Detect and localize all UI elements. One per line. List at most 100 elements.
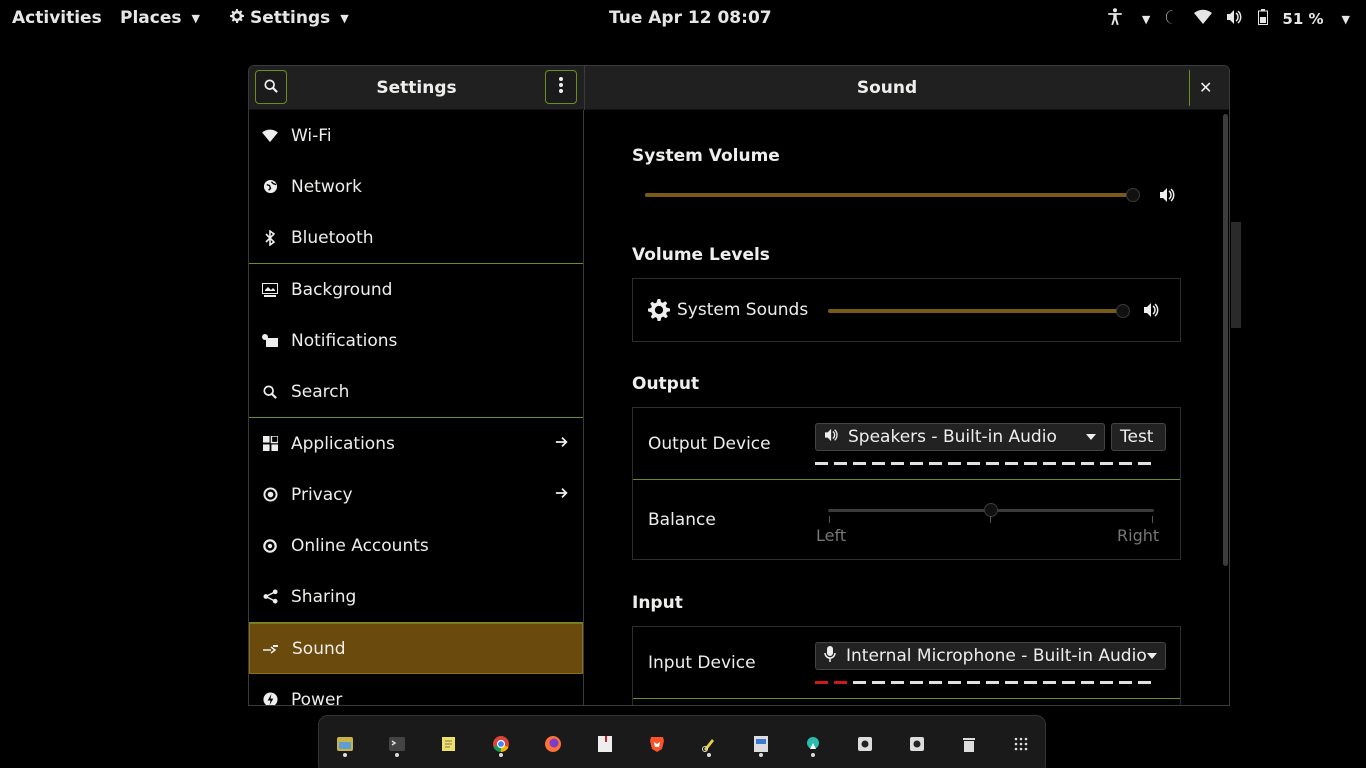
system-sounds-knob[interactable] xyxy=(1116,304,1130,318)
system-volume-slider[interactable] xyxy=(645,188,1140,202)
test-button-label: Test xyxy=(1120,427,1154,447)
sidebar-item-label: Background xyxy=(291,279,393,300)
sidebar-item-network[interactable]: Network xyxy=(249,161,583,212)
places-menu[interactable]: Places ▼ xyxy=(120,8,200,28)
gear-icon xyxy=(648,299,670,325)
sidebar-item-online-accounts[interactable]: Online Accounts xyxy=(249,520,583,571)
output-device-label: Output Device xyxy=(648,434,771,454)
sidebar: Wi-Fi Network Bluetooth Background Notif… xyxy=(249,110,584,706)
system-sounds-label: System Sounds xyxy=(677,300,809,320)
app-menu[interactable]: Settings ▼ xyxy=(230,8,349,28)
sidebar-item-sound[interactable]: Sound xyxy=(249,623,583,674)
sidebar-item-bluetooth[interactable]: Bluetooth xyxy=(249,212,583,263)
document-viewer-icon[interactable] xyxy=(595,734,615,754)
places-label: Places xyxy=(120,8,182,28)
speaker-icon xyxy=(824,427,840,447)
sidebar-item-label: Privacy xyxy=(291,484,353,505)
notifications-icon xyxy=(262,333,278,349)
header-bar: Settings Sound ✕ xyxy=(249,66,1229,110)
close-icon: ✕ xyxy=(1199,78,1213,97)
arrow-right-icon xyxy=(555,485,569,505)
row-separator xyxy=(633,479,1180,480)
chevron-down-icon[interactable]: ▼ xyxy=(1142,13,1150,26)
output-device-dropdown[interactable]: Speakers - Built-in Audio xyxy=(815,423,1105,451)
volume-levels-frame: System Sounds xyxy=(632,278,1181,342)
input-title: Input xyxy=(632,593,683,613)
chevron-down-icon[interactable]: ▼ xyxy=(1342,13,1350,26)
brave-icon[interactable] xyxy=(647,734,667,754)
sharing-icon xyxy=(262,589,278,605)
accessibility-icon[interactable] xyxy=(1106,8,1124,30)
sidebar-item-applications[interactable]: Applications xyxy=(249,418,583,469)
output-device-value: Speakers - Built-in Audio xyxy=(848,427,1057,447)
system-tray[interactable]: ▼ 51 % ▼ xyxy=(1106,8,1350,30)
balance-slider[interactable] xyxy=(828,503,1154,517)
system-volume-knob[interactable] xyxy=(1126,188,1140,202)
output-frame: Output Device Speakers - Built-in Audio … xyxy=(632,407,1181,560)
network-icon xyxy=(262,179,278,195)
input-device-dropdown[interactable]: Internal Microphone - Built-in Audio xyxy=(815,642,1166,670)
sidebar-item-label: Bluetooth xyxy=(291,227,374,248)
settings-window: Settings Sound ✕ Wi-Fi Network Bluetooth xyxy=(248,65,1230,706)
running-indicator xyxy=(499,753,503,757)
screen-recorder-icon[interactable] xyxy=(855,734,875,754)
output-level-bar xyxy=(815,462,1151,465)
balance-right-label: Right xyxy=(1117,526,1160,545)
volume-levels-title: Volume Levels xyxy=(632,245,770,265)
wifi-status-icon xyxy=(1194,9,1213,29)
settings-title: Settings xyxy=(376,78,457,98)
sidebar-item-search[interactable]: Search xyxy=(249,366,583,417)
test-button[interactable]: Test xyxy=(1111,423,1166,451)
running-indicator xyxy=(343,753,347,757)
arrow-right-icon xyxy=(555,434,569,454)
power-icon xyxy=(262,692,278,705)
background-scrollbar xyxy=(1231,222,1241,328)
paint-icon[interactable] xyxy=(699,734,719,754)
input-level-bar xyxy=(815,681,1151,684)
volume-status-icon xyxy=(1226,9,1244,29)
sidebar-item-label: Power xyxy=(291,689,343,706)
balance-knob[interactable] xyxy=(984,503,998,517)
chrome-icon[interactable] xyxy=(491,734,511,754)
input-device-label: Input Device xyxy=(648,653,756,673)
chevron-down-icon: ▼ xyxy=(191,11,200,25)
files-icon[interactable] xyxy=(335,734,355,754)
close-button[interactable]: ✕ xyxy=(1199,78,1212,97)
sidebar-item-privacy[interactable]: Privacy xyxy=(249,469,583,520)
sidebar-item-background[interactable]: Background xyxy=(249,264,583,315)
chevron-down-icon xyxy=(1147,653,1157,659)
online-accounts-icon xyxy=(262,538,278,554)
activities-label: Activities xyxy=(12,8,102,28)
privacy-icon xyxy=(262,487,278,503)
sidebar-item-wifi[interactable]: Wi-Fi xyxy=(249,110,583,161)
running-indicator xyxy=(811,753,815,757)
app-menu-label: Settings xyxy=(250,8,331,28)
sidebar-item-power[interactable]: Power xyxy=(249,674,583,706)
camera-icon[interactable] xyxy=(907,734,927,754)
show-apps-icon[interactable] xyxy=(1011,734,1031,754)
sidebar-item-label: Online Accounts xyxy=(291,535,429,556)
sidebar-item-notifications[interactable]: Notifications xyxy=(249,315,583,366)
trash-icon[interactable] xyxy=(959,734,979,754)
volume-high-icon[interactable] xyxy=(1159,187,1177,207)
activities-button[interactable]: Activities xyxy=(12,8,102,28)
terminal-icon[interactable] xyxy=(387,734,407,754)
clock[interactable]: Tue Apr 12 08:07 xyxy=(609,8,772,28)
settings-app-icon[interactable] xyxy=(803,734,823,754)
screenshot-icon[interactable] xyxy=(751,734,771,754)
menu-button[interactable] xyxy=(545,70,577,104)
text-editor-icon[interactable] xyxy=(439,734,459,754)
sidebar-item-sharing[interactable]: Sharing xyxy=(249,571,583,622)
system-sounds-slider[interactable] xyxy=(828,304,1130,318)
balance-tick-center xyxy=(990,516,991,523)
running-indicator xyxy=(759,753,763,757)
volume-high-icon[interactable] xyxy=(1143,302,1161,322)
system-volume-title: System Volume xyxy=(632,146,780,166)
firefox-icon[interactable] xyxy=(543,734,563,754)
sound-panel: System Volume Volume Levels System Sound… xyxy=(585,110,1229,705)
system-volume-fill xyxy=(645,193,1133,197)
search-icon xyxy=(262,384,278,400)
output-title: Output xyxy=(632,374,700,394)
background-icon xyxy=(262,282,278,298)
content-scrollbar[interactable] xyxy=(1223,114,1228,566)
